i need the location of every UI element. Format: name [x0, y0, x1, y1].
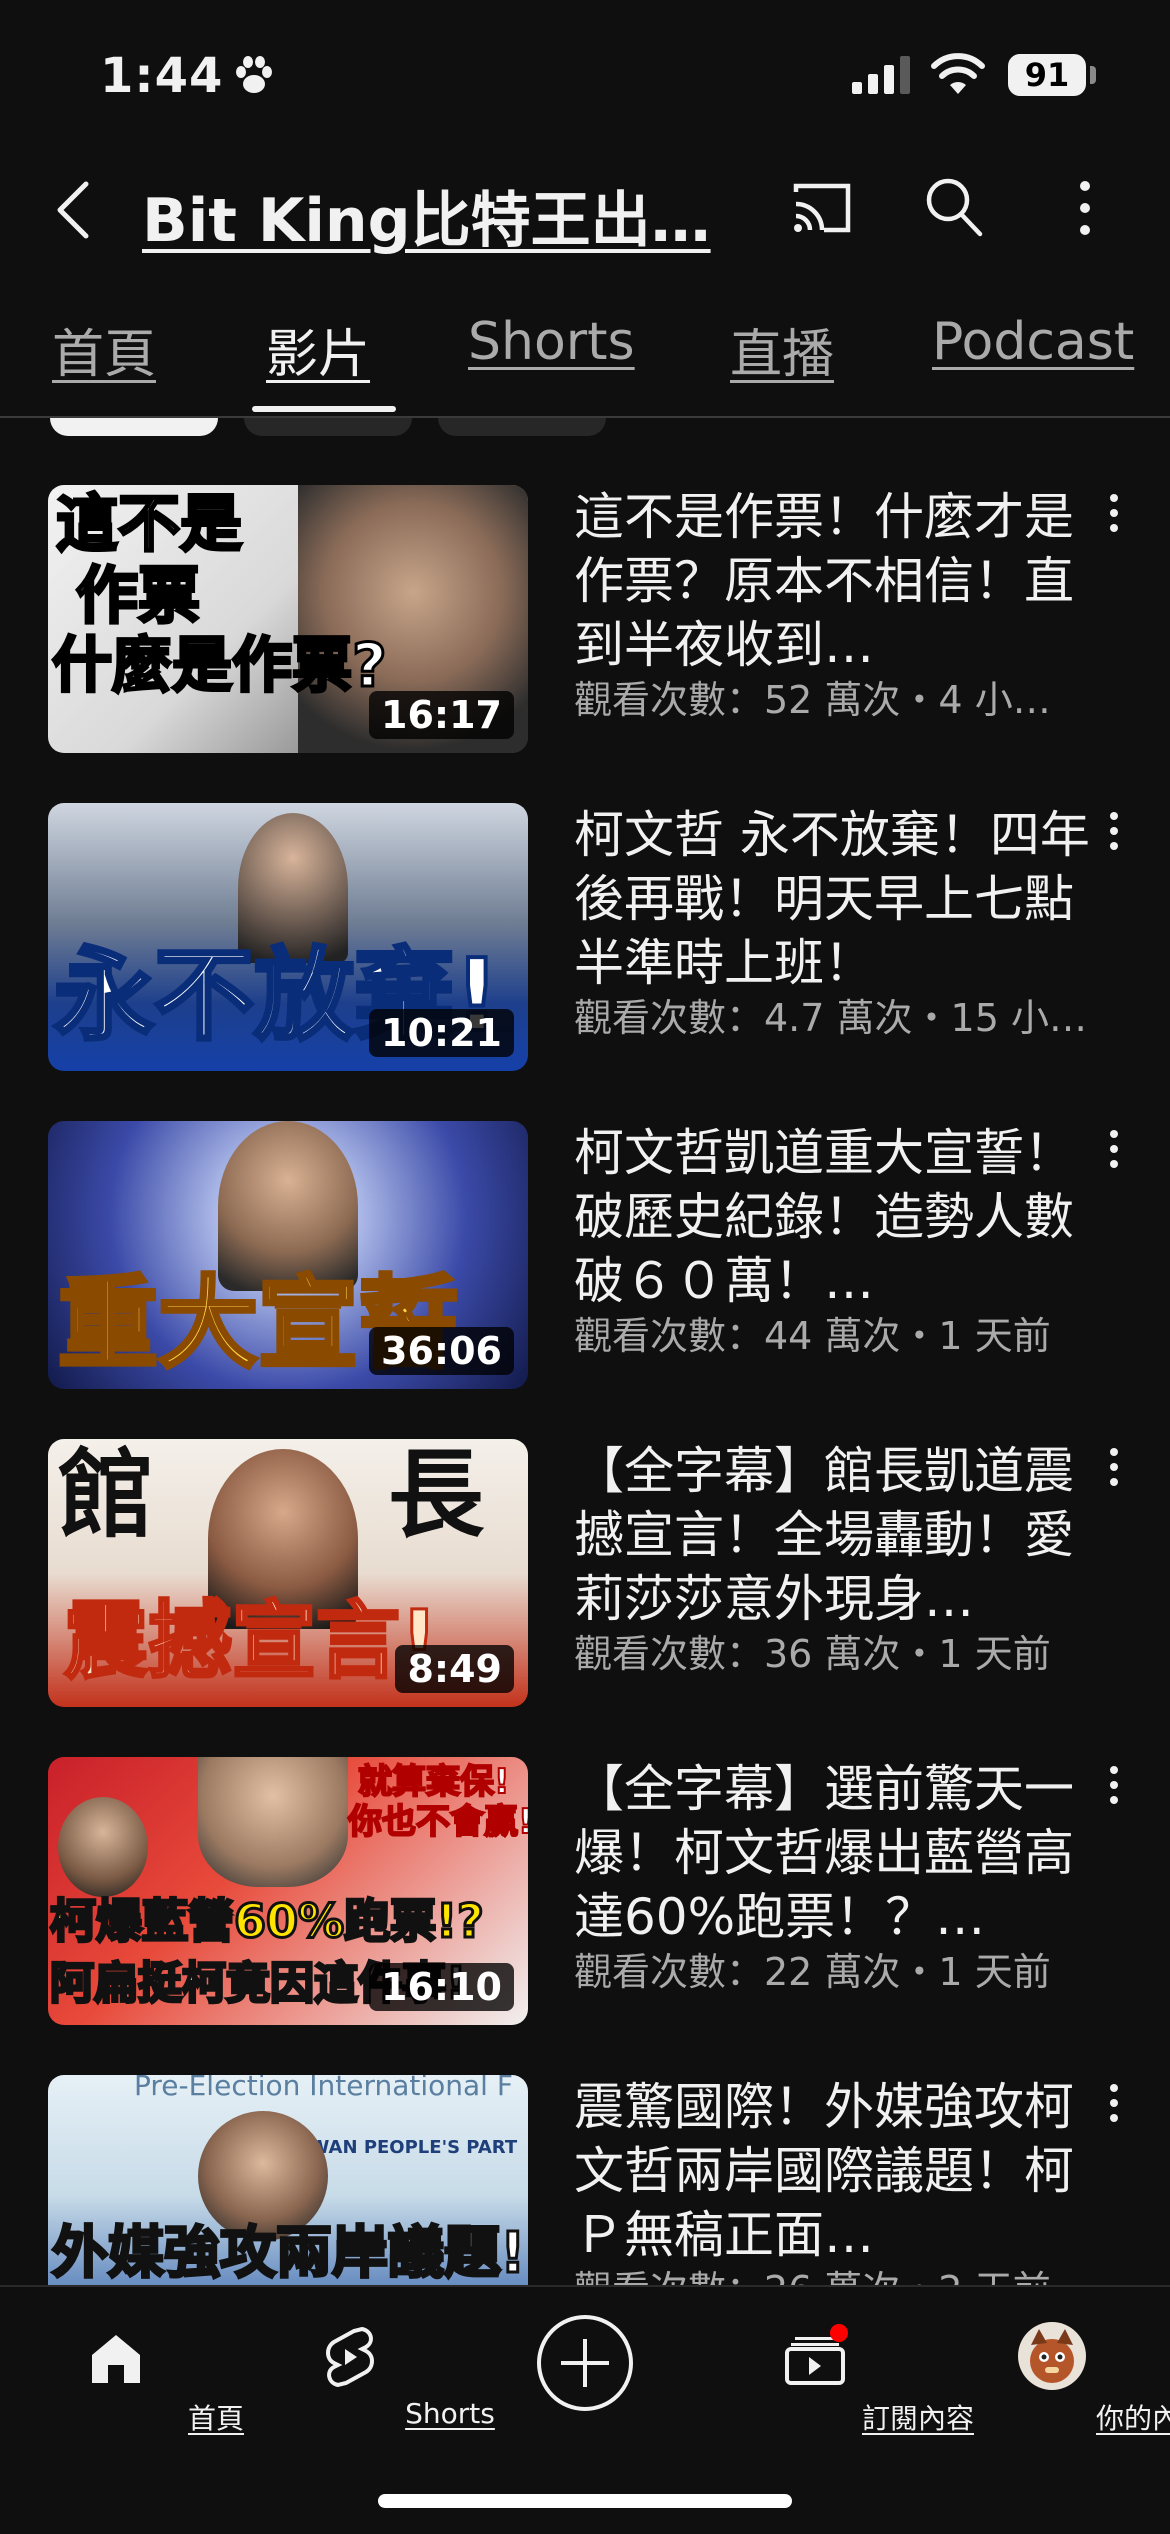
thumbnail-caption: 這不是 — [54, 487, 243, 560]
thumbnail-caption: 作票 — [74, 559, 201, 632]
home-icon — [88, 2331, 144, 2391]
video-item[interactable]: 館 長 震撼宣言! 8:49 【全字幕】館長凱道震撼宣言！全場轟動！愛莉莎莎意外… — [0, 1439, 1170, 1757]
video-thumbnail[interactable]: 館 長 震撼宣言! 8:49 — [48, 1439, 528, 1707]
thumbnail-person — [198, 1757, 348, 1887]
video-meta: 觀看次數：22 萬次・1 天前 — [574, 1950, 1051, 1994]
chip-popular[interactable] — [244, 418, 412, 436]
home-indicator — [378, 2494, 792, 2508]
thumbnail-caption: 就算棄保! — [357, 1762, 511, 1802]
duration-badge: 16:10 — [369, 1963, 514, 2011]
video-item[interactable]: Pre-Election International F TAIWAN PEOP… — [0, 2075, 1170, 2285]
video-menu-icon[interactable] — [1106, 811, 1122, 855]
tab-podcast[interactable]: Podcast — [932, 312, 1134, 372]
channel-tabs: 首頁 影片 Shorts 直播 Podcast — [0, 300, 1170, 418]
subscriptions-icon — [783, 2323, 853, 2393]
thumbnail-caption: 館 — [58, 1439, 154, 1551]
thumbnail-caption: 你也不會贏! — [347, 1802, 528, 1842]
duration-badge: 10:21 — [369, 1009, 514, 1057]
status-bar: 1:44 91 — [0, 0, 1170, 150]
nav-label: 你的內容 — [1095, 2402, 1170, 2435]
thumbnail-caption: 外媒強攻兩岸議題! — [51, 2221, 528, 2285]
video-meta: 觀看次數：26 萬次・2 天前 — [574, 2259, 1104, 2285]
duration-badge: 36:06 — [369, 1327, 514, 1375]
tab-shorts[interactable]: Shorts — [468, 312, 635, 372]
thumbnail-person — [58, 1797, 148, 1897]
back-arrow-icon[interactable] — [50, 180, 94, 244]
thumbnail-caption: Pre-Election International F — [134, 2075, 513, 2102]
shorts-icon — [324, 2326, 376, 2393]
video-menu-icon[interactable] — [1106, 2083, 1122, 2127]
chip-oldest[interactable] — [438, 418, 606, 436]
video-thumbnail[interactable]: 就算棄保! 你也不會贏! 柯爆藍營60%跑票!? 阿扁挺柯竟因這件事! 16:1… — [48, 1757, 528, 2025]
thumbnail-caption: 長 — [388, 1439, 484, 1551]
status-time: 1:44 — [100, 48, 224, 104]
chip-latest[interactable] — [50, 418, 218, 436]
search-icon[interactable] — [924, 176, 984, 242]
cast-icon[interactable] — [790, 180, 854, 240]
video-item[interactable]: 永不放棄! 10:21 柯文哲 永不放棄！四年後再戰！明天早上七點半準時上班！ … — [0, 803, 1170, 1121]
battery-indicator: 91 — [1008, 54, 1086, 96]
video-thumbnail[interactable]: Pre-Election International F TAIWAN PEOP… — [48, 2075, 528, 2285]
channel-title[interactable]: Bit King比特王出… — [142, 172, 762, 259]
video-item[interactable]: 重大宣誓 36:06 柯文哲凱道重大宣誓！破歷史紀錄！造勢人數破６０萬！… 觀看… — [0, 1121, 1170, 1439]
video-list: 這不是 作票 什麼是作票? 16:17 這不是作票！什麼才是作票？原本不相信！直… — [0, 485, 1170, 2285]
tab-videos[interactable]: 影片 — [266, 312, 370, 387]
video-thumbnail[interactable]: 這不是 作票 什麼是作票? 16:17 — [48, 485, 528, 753]
video-title[interactable]: 【全字幕】選前驚天一爆！柯文哲爆出藍營高達60%跑票！？… — [574, 1757, 1094, 1949]
nav-label: Shorts — [405, 2397, 495, 2430]
thumbnail-caption: 柯爆藍營60%跑票!? — [49, 1894, 486, 1948]
video-title[interactable]: 這不是作票！什麼才是作票？原本不相信！直到半夜收到… — [574, 485, 1094, 677]
video-title[interactable]: 震驚國際！外媒強攻柯文哲兩岸國際議題！柯Ｐ無稿正面… — [574, 2075, 1094, 2267]
cellular-signal-icon — [852, 56, 912, 98]
active-tab-indicator — [252, 406, 396, 412]
duration-badge: 8:49 — [395, 1645, 514, 1693]
video-meta: 觀看次數：44 萬次・1 天前 — [574, 1314, 1051, 1358]
video-title[interactable]: 【全字幕】館長凱道震撼宣言！全場轟動！愛莉莎莎意外現身… — [574, 1439, 1094, 1631]
thumbnail-caption: 什麼是作票? — [51, 631, 389, 701]
video-meta: 觀看次數：4.7 萬次・15 小… — [574, 996, 1087, 1040]
wifi-icon — [930, 52, 986, 100]
video-menu-icon[interactable] — [1106, 493, 1122, 537]
thumbnail-caption: 震撼宣言! — [62, 1592, 439, 1690]
paw-icon — [232, 54, 276, 102]
video-menu-icon[interactable] — [1106, 1129, 1122, 1173]
video-title[interactable]: 柯文哲 永不放棄！四年後再戰！明天早上七點半準時上班！ — [574, 803, 1094, 995]
video-title[interactable]: 柯文哲凱道重大宣誓！破歷史紀錄！造勢人數破６０萬！… — [574, 1121, 1094, 1313]
video-thumbnail[interactable]: 重大宣誓 36:06 — [48, 1121, 528, 1389]
video-meta: 觀看次數：36 萬次・1 天前 — [574, 1632, 1051, 1676]
more-vert-icon[interactable] — [1070, 178, 1100, 242]
avatar — [1017, 2321, 1087, 2395]
nav-label: 首頁 — [187, 2402, 244, 2435]
tab-live[interactable]: 直播 — [730, 312, 834, 387]
battery-nub — [1090, 66, 1096, 84]
nav-label: 訂閱內容 — [861, 2402, 974, 2435]
create-icon — [535, 2313, 635, 2417]
duration-badge: 16:17 — [369, 691, 514, 739]
video-item[interactable]: 就算棄保! 你也不會贏! 柯爆藍營60%跑票!? 阿扁挺柯竟因這件事! 16:1… — [0, 1757, 1170, 2075]
video-thumbnail[interactable]: 永不放棄! 10:21 — [48, 803, 528, 1071]
tab-home[interactable]: 首頁 — [52, 312, 156, 387]
video-item[interactable]: 這不是 作票 什麼是作票? 16:17 這不是作票！什麼才是作票？原本不相信！直… — [0, 485, 1170, 803]
video-menu-icon[interactable] — [1106, 1765, 1122, 1809]
video-menu-icon[interactable] — [1106, 1447, 1122, 1491]
video-meta: 觀看次數：52 萬次・4 小… — [574, 678, 1051, 722]
channel-header: Bit King比特王出… — [0, 150, 1170, 270]
